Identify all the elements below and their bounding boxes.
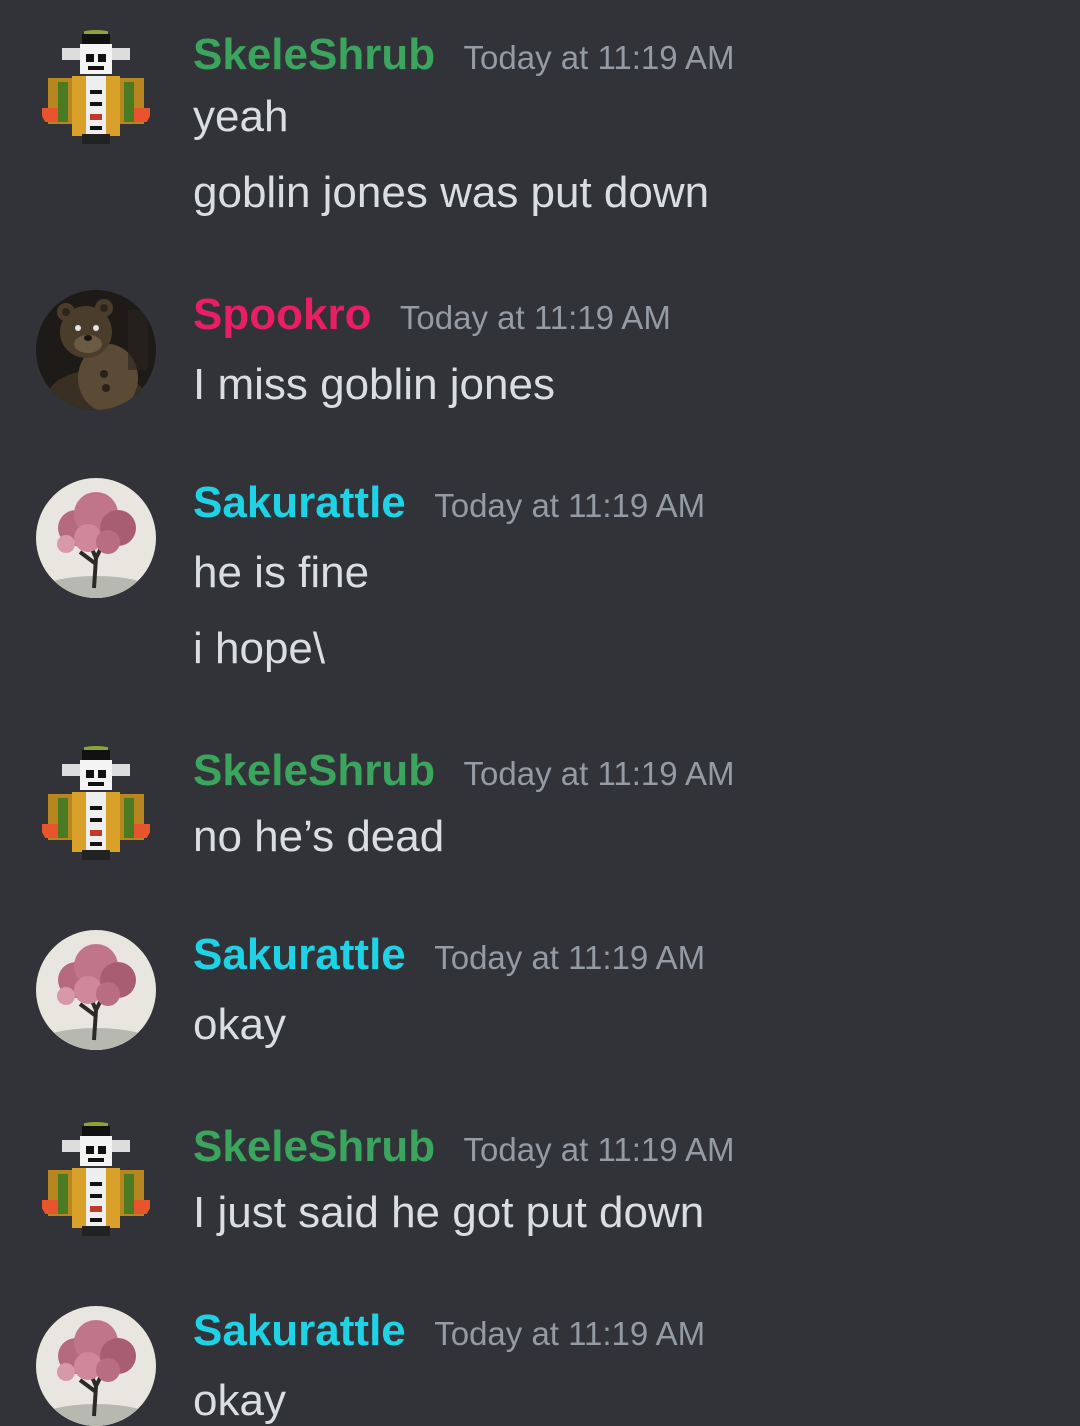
avatar[interactable]: [36, 478, 156, 598]
username[interactable]: Sakurattle: [193, 1306, 406, 1355]
avatar[interactable]: [36, 930, 156, 1050]
message-header: SkeleShrub Today at 11:19 AM: [193, 1122, 734, 1178]
message-text: goblin jones was put down: [193, 168, 710, 217]
timestamp: Today at 11:19 AM: [434, 1315, 706, 1352]
message-text: okay: [193, 1376, 286, 1425]
pixel-skeleton-avatar-icon: [36, 746, 156, 866]
avatar[interactable]: [36, 1306, 156, 1426]
avatar[interactable]: [36, 30, 156, 150]
message-header: Sakurattle Today at 11:19 AM: [193, 930, 705, 986]
cherry-blossom-tree-avatar-icon: [36, 1306, 156, 1426]
message-header: Spookro Today at 11:19 AM: [193, 290, 671, 346]
avatar[interactable]: [36, 290, 156, 410]
message-header: SkeleShrub Today at 11:19 AM: [193, 746, 734, 802]
message-text: no he’s dead: [193, 812, 445, 861]
chat-message-list: SkeleShrub Today at 11:19 AM yeah goblin…: [0, 0, 1080, 1426]
username[interactable]: Sakurattle: [193, 930, 406, 979]
cherry-blossom-tree-avatar-icon: [36, 930, 156, 1050]
username[interactable]: Sakurattle: [193, 478, 406, 527]
avatar[interactable]: [36, 746, 156, 866]
username[interactable]: Spookro: [193, 290, 371, 339]
timestamp: Today at 11:19 AM: [434, 487, 706, 524]
timestamp: Today at 11:19 AM: [463, 755, 735, 792]
timestamp: Today at 11:19 AM: [463, 1131, 735, 1168]
timestamp: Today at 11:19 AM: [399, 299, 671, 336]
message-header: Sakurattle Today at 11:19 AM: [193, 1306, 705, 1362]
timestamp: Today at 11:19 AM: [463, 39, 735, 76]
message-text: I just said he got put down: [193, 1188, 705, 1237]
pixel-skeleton-avatar-icon: [36, 30, 156, 150]
avatar[interactable]: [36, 1122, 156, 1242]
username[interactable]: SkeleShrub: [193, 30, 435, 79]
message-header: SkeleShrub Today at 11:19 AM: [193, 30, 734, 86]
message-header: Sakurattle Today at 11:19 AM: [193, 478, 705, 534]
message-text: okay: [193, 1000, 286, 1049]
username[interactable]: SkeleShrub: [193, 1122, 435, 1171]
animatronic-bear-avatar-icon: [36, 290, 156, 410]
message-text: yeah: [193, 92, 289, 141]
timestamp: Today at 11:19 AM: [434, 939, 706, 976]
message-text: i hope\: [193, 624, 326, 673]
message-text: I miss goblin jones: [193, 360, 555, 409]
username[interactable]: SkeleShrub: [193, 746, 435, 795]
cherry-blossom-tree-avatar-icon: [36, 478, 156, 598]
pixel-skeleton-avatar-icon: [36, 1122, 156, 1242]
message-text: he is fine: [193, 548, 370, 597]
